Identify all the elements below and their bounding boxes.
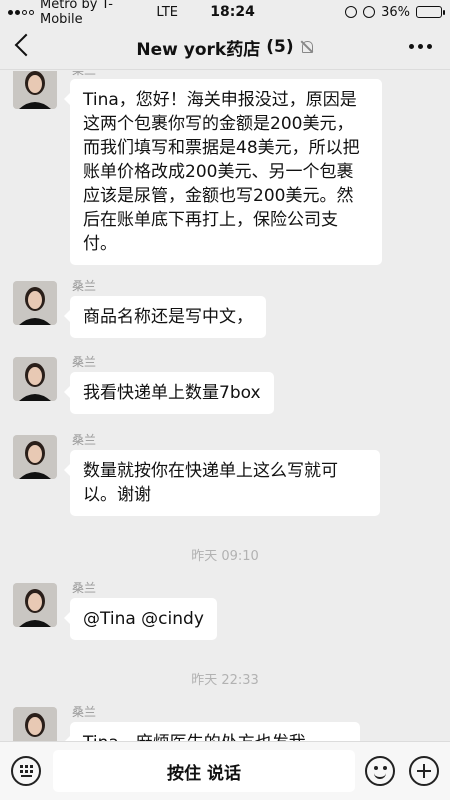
- network-type: LTE: [156, 4, 178, 20]
- sender-name: 桑兰: [72, 705, 97, 719]
- battery-percent: 36%: [381, 4, 410, 20]
- chat-message-list[interactable]: 桑兰 Tina，您好！海关申报没过，原因是这两个包裹你写的金额是200美元，而我…: [0, 71, 450, 741]
- message-bubble[interactable]: 我看快递单上数量7box: [64, 372, 274, 414]
- time-divider: 昨天 22:33: [191, 673, 259, 688]
- sender-name: 桑兰: [72, 581, 97, 595]
- chat-header: New york药店 (5): [0, 24, 450, 70]
- add-attachment-icon[interactable]: [409, 756, 439, 786]
- message-bubble[interactable]: Tina，麻烦医生的处方也发我: [64, 722, 360, 741]
- avatar[interactable]: [13, 707, 57, 741]
- sender-name: 桑兰: [72, 433, 97, 447]
- sender-name: 桑兰: [72, 279, 97, 293]
- sender-name: 桑兰: [72, 71, 96, 78]
- chat-title: New york药店: [136, 39, 261, 60]
- hold-to-talk-button[interactable]: 按住 说话: [53, 750, 355, 792]
- avatar[interactable]: [13, 435, 57, 479]
- avatar[interactable]: [13, 583, 57, 627]
- message-bubble[interactable]: 商品名称还是写中文，: [64, 296, 266, 338]
- status-time: 18:24: [210, 4, 255, 20]
- carrier-name: Metro by T-Mobile: [40, 0, 113, 27]
- message-bubble[interactable]: @Tina @cindy: [64, 598, 217, 640]
- more-options-icon[interactable]: [409, 44, 432, 49]
- message-bubble[interactable]: Tina，您好！海关申报没过，原因是这两个包裹你写的金额是200美元，而我们填写…: [64, 79, 382, 265]
- member-count: (5): [266, 37, 294, 57]
- mute-bell-icon: [300, 40, 314, 54]
- message-bubble[interactable]: 数量就按你在快递单上这么写就可以。谢谢: [64, 450, 380, 516]
- emoji-icon[interactable]: [365, 756, 395, 786]
- rotation-lock-icon: [345, 6, 358, 18]
- alarm-icon: [363, 6, 376, 18]
- avatar[interactable]: [13, 281, 57, 325]
- avatar[interactable]: [13, 357, 57, 401]
- status-bar: Metro by T-Mobile LTE 18:24 36%: [0, 0, 450, 27]
- sender-name: 桑兰: [72, 355, 97, 369]
- signal-strength-icon: [8, 9, 34, 15]
- avatar[interactable]: [13, 71, 57, 109]
- battery-icon: [416, 6, 445, 18]
- chat-input-bar: 按住 说话: [0, 741, 450, 800]
- back-chevron-icon[interactable]: [14, 33, 38, 57]
- time-divider: 昨天 09:10: [191, 549, 259, 564]
- keyboard-icon[interactable]: [11, 756, 41, 786]
